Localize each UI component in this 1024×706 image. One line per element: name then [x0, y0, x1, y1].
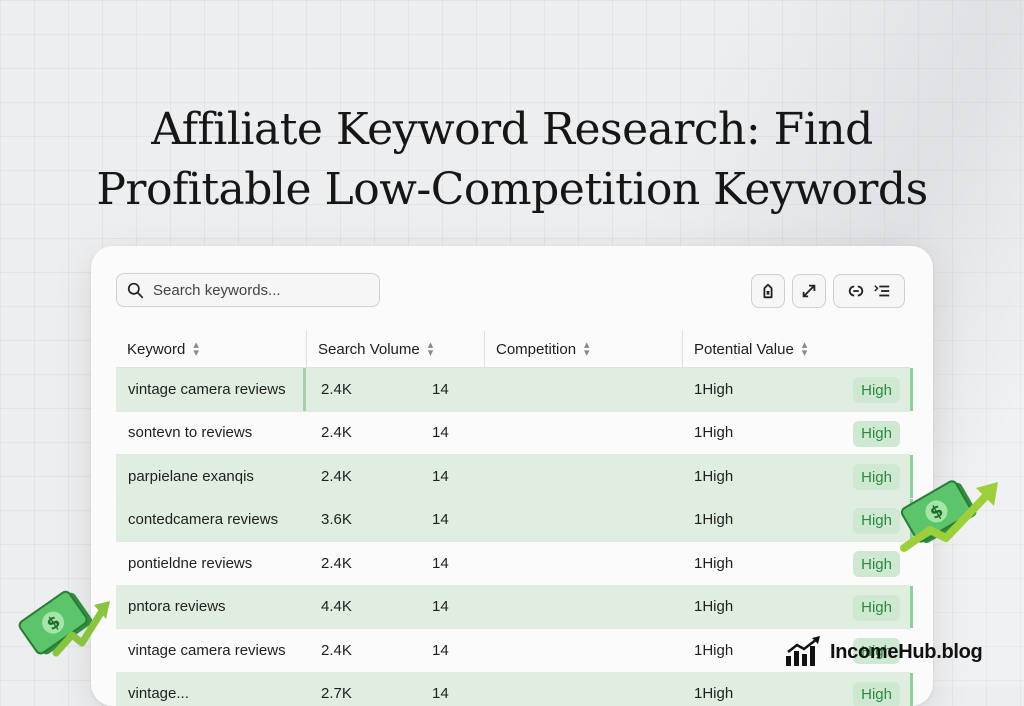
title-line-2: Profitable Low-Competition Keywords [0, 160, 1024, 220]
table-row[interactable]: vintage... 2.7K 14 1High High [116, 673, 910, 706]
volume-cell: 2.7K [321, 673, 352, 706]
expand-icon [800, 282, 818, 300]
keyword-cell: pntora reviews [128, 586, 226, 629]
volume-cell: 2.4K [321, 629, 352, 672]
volume-cell: 4.4K [321, 586, 352, 629]
keyword-cell: vintage... [128, 673, 189, 706]
status-badge: High [853, 508, 900, 534]
column-header-competition[interactable]: Competition ▴▾ [484, 331, 682, 367]
column-label: Keyword [127, 341, 185, 358]
keyword-cell: parpielane exanqis [128, 455, 254, 498]
volume-cell: 2.4K [321, 412, 352, 455]
toolbar [751, 274, 905, 308]
competition-cell: 14 [432, 673, 449, 706]
sort-icon: ▴▾ [428, 341, 434, 357]
competition-cell: 14 [432, 455, 449, 498]
volume-cell: 2.4K [321, 368, 352, 411]
potential-cell: 1High [694, 542, 733, 585]
search-input[interactable] [151, 281, 375, 300]
column-header-search-volume[interactable]: Search Volume ▴▾ [306, 331, 484, 367]
sort-icon: ▴▾ [193, 341, 199, 357]
potential-cell: 1High [694, 499, 733, 542]
brand-name: IncomeHub.blog [830, 641, 982, 664]
money-growth-icon: $ [18, 575, 114, 675]
table-row[interactable]: contedcamera reviews 3.6K 14 1High High [116, 499, 910, 543]
keyword-cell: pontieldne reviews [128, 542, 252, 585]
potential-cell: 1High [694, 368, 733, 411]
search-box[interactable] [116, 273, 380, 307]
column-header-keyword[interactable]: Keyword ▴▾ [116, 331, 306, 367]
status-badge: High [853, 377, 900, 403]
title-line-1: Affiliate Keyword Research: Find [0, 100, 1024, 160]
growth-chart-icon [784, 636, 822, 668]
page-title: Affiliate Keyword Research: Find Profita… [0, 100, 1024, 220]
keyword-cell: vintage camera reviews [128, 629, 286, 672]
search-icon [127, 282, 144, 299]
competition-cell: 14 [432, 368, 449, 411]
potential-cell: 1High [694, 673, 733, 706]
keyword-cell: vintage camera reviews [128, 368, 286, 411]
link-icon [847, 282, 865, 300]
tag-button[interactable] [751, 274, 785, 308]
volume-cell: 2.4K [321, 542, 352, 585]
brand-logo: IncomeHub.blog [784, 636, 982, 668]
competition-cell: 14 [432, 412, 449, 455]
potential-cell: 1High [694, 629, 733, 672]
competition-cell: 14 [432, 499, 449, 542]
volume-cell: 3.6K [321, 499, 352, 542]
expand-button[interactable] [792, 274, 826, 308]
competition-cell: 14 [432, 586, 449, 629]
table-row[interactable]: parpielane exanqis 2.4K 14 1High High [116, 455, 910, 499]
volume-cell: 2.4K [321, 455, 352, 498]
potential-cell: 1High [694, 586, 733, 629]
money-growth-icon: $ [898, 468, 1002, 558]
column-label: Search Volume [318, 341, 420, 358]
table-row[interactable]: pontieldne reviews 2.4K 14 1High High [116, 542, 910, 586]
table-row[interactable]: pntora reviews 4.4K 14 1High High [116, 586, 910, 630]
sort-icon: ▴▾ [584, 341, 590, 357]
column-header-potential-value[interactable]: Potential Value ▴▾ [682, 331, 910, 367]
status-badge: High [853, 421, 900, 447]
potential-cell: 1High [694, 455, 733, 498]
column-label: Competition [496, 341, 576, 358]
link-list-button[interactable] [833, 274, 905, 308]
status-badge: High [853, 551, 900, 577]
keyword-cell: contedcamera reviews [128, 499, 278, 542]
status-badge: High [853, 595, 900, 621]
tag-icon [759, 282, 777, 300]
table-row[interactable]: vintage camera reviews 2.4K 14 1High Hig… [116, 368, 910, 412]
menu-list-icon [873, 282, 891, 300]
table-header: Keyword ▴▾ Search Volume ▴▾ Competition … [116, 331, 910, 368]
competition-cell: 14 [432, 629, 449, 672]
column-label: Potential Value [694, 341, 794, 358]
sort-icon: ▴▾ [802, 341, 808, 357]
potential-cell: 1High [694, 412, 733, 455]
competition-cell: 14 [432, 542, 449, 585]
table-row[interactable]: sontevn to reviews 2.4K 14 1High High [116, 412, 910, 456]
status-badge: High [853, 464, 900, 490]
status-badge: High [853, 682, 900, 706]
keyword-cell: sontevn to reviews [128, 412, 252, 455]
